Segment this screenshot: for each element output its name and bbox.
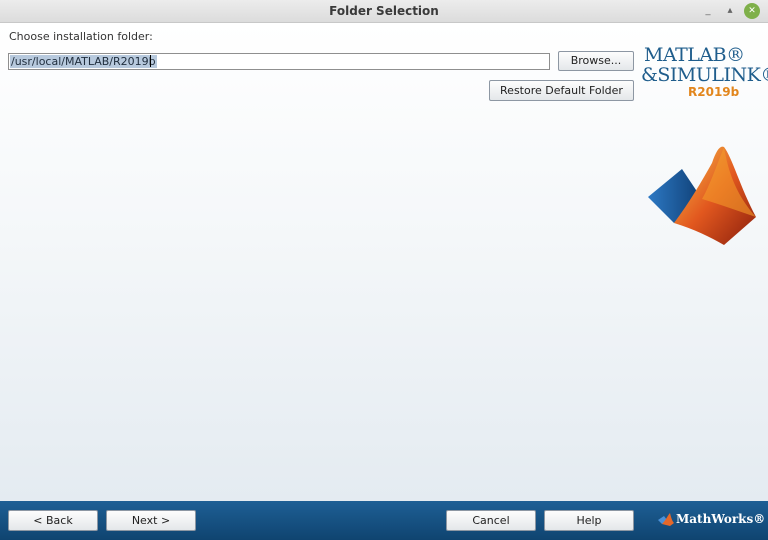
bottom-button-bar: < Back Next > Cancel Help MathWorks® <box>0 501 768 540</box>
title-bar: Folder Selection _ ▴ ✕ <box>0 0 768 23</box>
install-folder-input[interactable]: /usr/local/MATLAB/R2019b <box>8 53 550 70</box>
help-button[interactable]: Help <box>544 510 634 531</box>
minimize-button[interactable]: _ <box>700 3 716 19</box>
text-cursor <box>150 55 151 67</box>
matlab-membrane-icon <box>648 146 756 245</box>
next-button[interactable]: Next > <box>106 510 196 531</box>
cancel-button[interactable]: Cancel <box>446 510 536 531</box>
mathworks-brand-text: MathWorks® <box>676 512 766 526</box>
logo-line-simulink: &SIMULINK® <box>641 64 768 86</box>
maximize-button[interactable]: ▴ <box>722 3 738 19</box>
close-button[interactable]: ✕ <box>744 3 760 19</box>
window-title: Folder Selection <box>329 4 439 18</box>
install-folder-value: /usr/local/MATLAB/R2019b <box>10 55 157 68</box>
folder-prompt-label: Choose installation folder: <box>9 30 153 43</box>
mathworks-logo: MathWorks® <box>658 512 765 526</box>
matlab-simulink-logo: MATLAB® &SIMULINK® R2019b <box>641 44 768 99</box>
restore-default-folder-button[interactable]: Restore Default Folder <box>489 80 634 101</box>
release-label: R2019b <box>688 85 740 99</box>
mathworks-membrane-icon <box>658 513 674 526</box>
logo-line-matlab: MATLAB® <box>644 44 745 66</box>
content-area: Choose installation folder: /usr/local/M… <box>0 23 768 501</box>
back-button[interactable]: < Back <box>8 510 98 531</box>
installer-window: Folder Selection _ ▴ ✕ Choose installati… <box>0 0 768 540</box>
browse-button[interactable]: Browse... <box>558 51 634 71</box>
